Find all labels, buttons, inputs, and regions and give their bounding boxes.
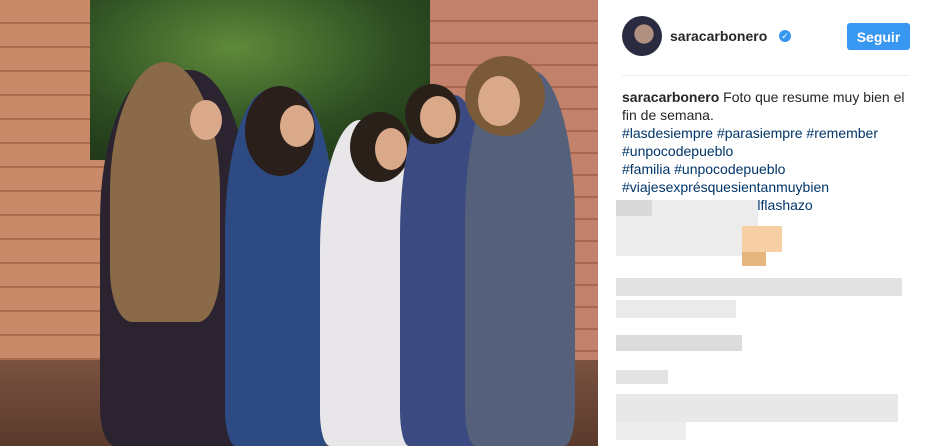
- post-photo[interactable]: [0, 0, 598, 446]
- hashtag-line[interactable]: #unpocodepueblo: [622, 142, 912, 160]
- blurred-comment-segment: [616, 200, 652, 216]
- person-1-face: [190, 100, 222, 140]
- verified-badge-icon: ✓: [779, 30, 791, 42]
- follow-button[interactable]: Seguir: [847, 23, 910, 50]
- blurred-comment: [616, 335, 742, 351]
- blurred-comment: [616, 394, 898, 422]
- person-3-face: [375, 128, 407, 170]
- caption-username[interactable]: saracarbonero: [622, 89, 719, 105]
- blurred-comment: [616, 422, 686, 440]
- post-header: saracarbonero ✓ Seguir: [598, 0, 932, 75]
- person-4-face: [420, 96, 456, 138]
- hashtag-line[interactable]: #familia #unpocodepueblo: [622, 160, 912, 178]
- person-5-face: [478, 76, 520, 126]
- username-link[interactable]: saracarbonero: [670, 28, 767, 44]
- hashtag-line[interactable]: #lasdesiempre #parasiempre #remember: [622, 124, 912, 142]
- post-caption: saracarbonero Foto que resume muy bien e…: [622, 88, 912, 214]
- blurred-comment: [616, 278, 902, 296]
- blurred-emoji: [742, 252, 766, 266]
- blurred-comment: [616, 300, 736, 318]
- blurred-emoji: [742, 226, 782, 252]
- post-sidebar: saracarbonero ✓ Seguir saracarbonero Fot…: [598, 0, 932, 446]
- blurred-comment: [616, 370, 668, 384]
- person-2-face: [280, 105, 314, 147]
- header-divider: [622, 75, 910, 76]
- avatar[interactable]: [622, 16, 662, 56]
- hashtag-line[interactable]: #viajesexprésquesientanmuybien: [622, 178, 912, 196]
